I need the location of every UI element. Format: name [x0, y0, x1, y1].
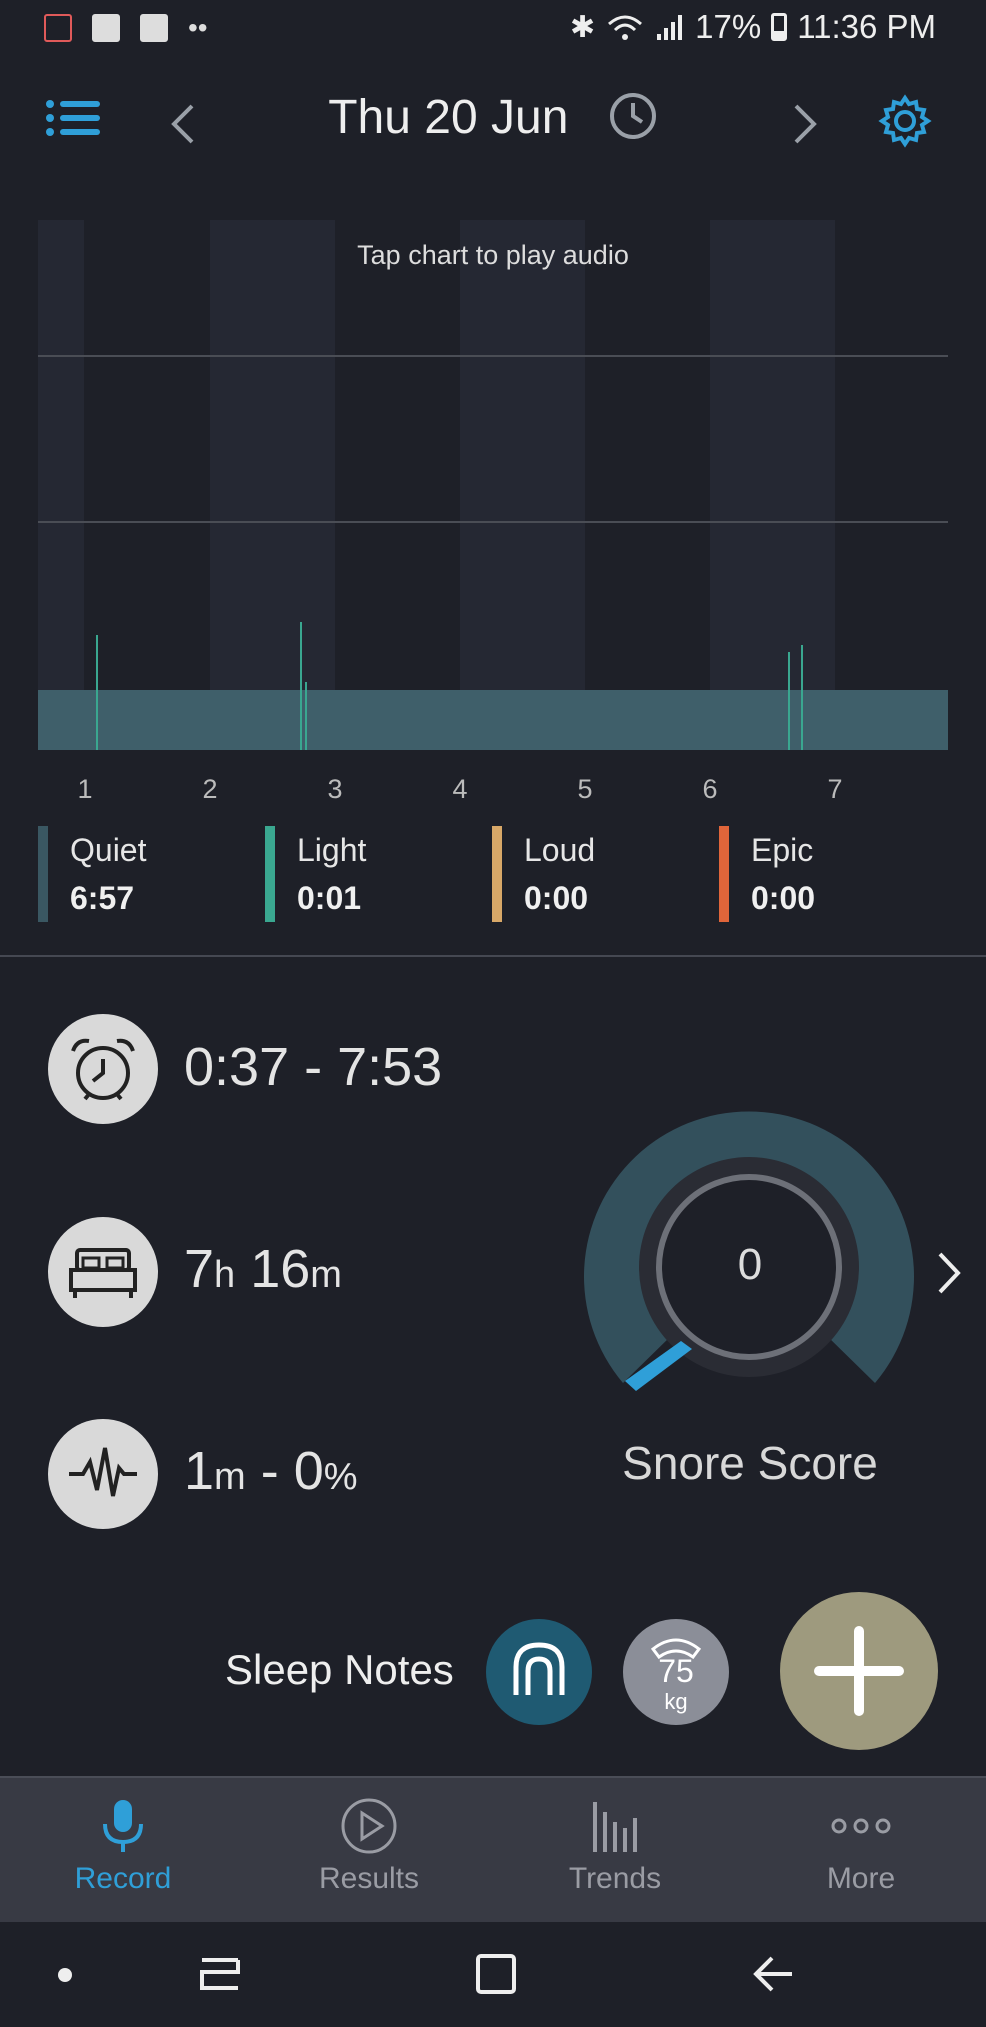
more-dots-icon: ••	[188, 12, 208, 43]
notification-icon	[44, 14, 72, 42]
snore-chart[interactable]	[38, 210, 948, 750]
snore-duration: 1m - 0%	[184, 1440, 358, 1502]
legend-loud: Loud 0:00	[492, 826, 692, 922]
bottom-nav: Record Results Trends More	[0, 1776, 986, 1924]
nav-label: More	[826, 1862, 896, 1895]
chevron-right-icon	[938, 1252, 961, 1294]
bar-chart-icon	[593, 1802, 637, 1852]
legend-label: Loud	[524, 832, 596, 868]
hour-band	[210, 220, 335, 700]
clock-icon[interactable]	[608, 91, 658, 141]
legend-value: 0:00	[751, 880, 816, 916]
nav-record[interactable]: Record	[0, 1778, 246, 1924]
snore-separator: -	[245, 1441, 294, 1501]
duration-minutes: 16	[250, 1239, 311, 1299]
microphone-icon	[103, 1800, 143, 1852]
nav-label: Record	[74, 1862, 172, 1895]
weight-value: 75	[658, 1653, 694, 1689]
next-day-button[interactable]	[790, 102, 820, 146]
page-title: Thu 20 Jun	[328, 91, 569, 144]
hour-band	[710, 220, 835, 700]
duration-hours: 7	[184, 1239, 215, 1299]
legend-swatch	[719, 826, 729, 922]
nav-label: Results	[318, 1862, 420, 1895]
add-note-button[interactable]	[780, 1592, 938, 1750]
system-nav-bar	[0, 1922, 986, 2027]
hour-band	[38, 220, 84, 700]
legend-label: Quiet	[70, 832, 147, 868]
font-icon	[140, 14, 168, 42]
home-icon[interactable]	[474, 1952, 518, 1996]
legend-label: Epic	[751, 832, 814, 868]
settings-button[interactable]	[878, 94, 932, 148]
recent-apps-icon[interactable]	[198, 1952, 242, 1996]
status-time: 11:36 PM	[797, 8, 936, 45]
x-tick: 6	[702, 774, 718, 804]
weight-note-button[interactable]: 75 kg	[623, 1619, 729, 1725]
back-icon[interactable]	[752, 1952, 796, 1996]
battery-icon	[771, 13, 788, 41]
chart-hint: Tap chart to play audio	[357, 240, 629, 270]
date-header: Thu 20 Jun	[0, 90, 986, 145]
x-tick: 4	[452, 774, 468, 804]
legend-swatch	[38, 826, 48, 922]
score-details-button[interactable]	[934, 1250, 964, 1296]
waveform-icon	[48, 1419, 158, 1529]
x-tick: 2	[202, 774, 218, 804]
legend-epic: Epic 0:00	[719, 826, 919, 922]
x-tick: 5	[577, 774, 593, 804]
snore-score-label: Snore Score	[622, 1437, 878, 1489]
divider	[0, 955, 986, 957]
weight-unit: kg	[664, 1689, 688, 1714]
legend-value: 0:00	[524, 880, 589, 916]
chevron-right-icon	[794, 104, 817, 144]
sleep-time-range: 0:37 - 7:53	[184, 1037, 443, 1097]
duration-hours-unit: h	[214, 1254, 236, 1296]
signal-icon	[657, 15, 683, 40]
sleep-duration: 7h 16m	[184, 1238, 342, 1300]
snore-minutes-unit: m	[214, 1456, 246, 1498]
quiet-area	[38, 690, 948, 750]
play-circle-icon	[341, 1798, 397, 1854]
legend-label: Light	[297, 832, 367, 868]
x-tick: 3	[327, 774, 343, 804]
dot-indicator-icon	[58, 1968, 72, 1982]
snore-minutes: 1	[184, 1441, 215, 1501]
alarm-clock-icon	[48, 1014, 158, 1124]
status-bar: •• ✱ 17% 11:36 PM	[0, 0, 986, 60]
snore-percent-unit: %	[323, 1456, 358, 1498]
bed-icon	[48, 1217, 158, 1327]
more-dots-icon	[831, 1818, 891, 1834]
status-left-icons: ••	[44, 12, 208, 44]
gallery-icon	[92, 14, 120, 42]
mouthguard-note-button[interactable]	[486, 1619, 592, 1725]
battery-percent: 17%	[695, 8, 762, 45]
gear-icon	[878, 94, 932, 148]
x-tick: 7	[827, 774, 843, 804]
duration-minutes-unit: m	[310, 1254, 342, 1296]
nav-more[interactable]: More	[738, 1778, 984, 1924]
legend-swatch	[492, 826, 502, 922]
sleep-notes-label: Sleep Notes	[225, 1646, 454, 1693]
status-right: ✱ 17% 11:36 PM	[570, 8, 936, 46]
snore-percent: 0	[293, 1441, 324, 1501]
bluetooth-icon: ✱	[569, 10, 596, 44]
mouthguard-icon	[513, 1642, 565, 1695]
wifi-icon	[608, 15, 643, 40]
nav-label: Trends	[568, 1862, 662, 1895]
x-tick: 1	[77, 774, 93, 804]
legend-value: 0:01	[297, 880, 362, 916]
plus-icon	[814, 1626, 904, 1716]
nav-trends[interactable]: Trends	[492, 1778, 738, 1924]
legend-light: Light 0:01	[265, 826, 465, 922]
snore-score-value: 0	[737, 1240, 763, 1289]
nav-results[interactable]: Results	[246, 1778, 492, 1924]
legend-value: 6:57	[70, 880, 135, 916]
legend-swatch	[265, 826, 275, 922]
hour-band	[460, 220, 585, 700]
legend-quiet: Quiet 6:57	[38, 826, 238, 922]
chart-svg[interactable]	[38, 210, 948, 750]
